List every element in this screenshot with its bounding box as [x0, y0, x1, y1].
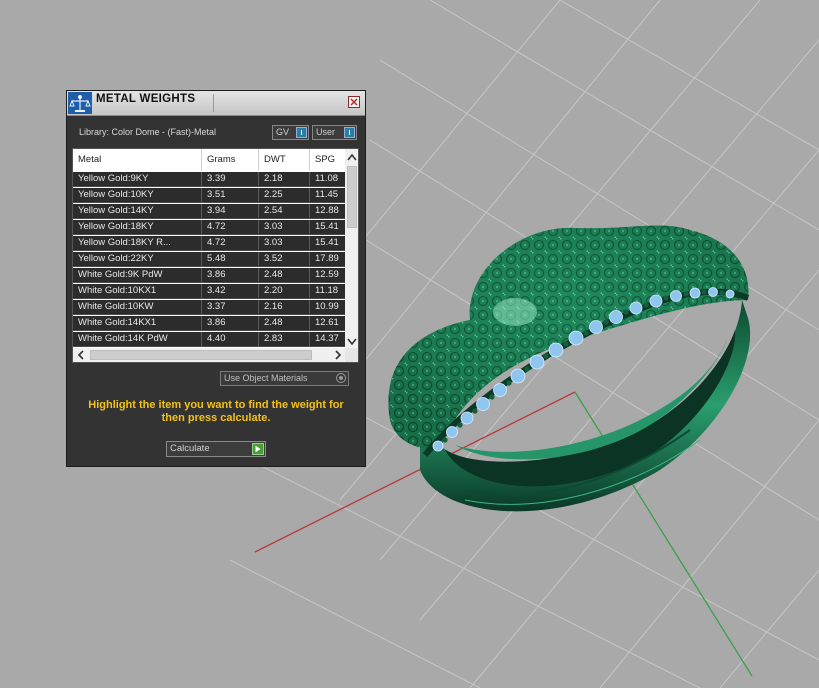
cell-spg: 10.99: [315, 301, 339, 312]
horizontal-scrollbar[interactable]: [73, 348, 345, 362]
cell-grams: 3.94: [202, 204, 259, 219]
cell-spg: 15.41: [315, 237, 339, 248]
library-label: Library: Color Dome - (Fast)-Metal: [79, 127, 217, 137]
metal-weights-panel: METAL WEIGHTS Library: Color Dome - (Fas…: [66, 90, 366, 467]
table-body: Yellow Gold:9KY 3.39 2.18 11.08 Yellow Gold:…: [73, 172, 345, 348]
cell-dwt: 3.03: [259, 236, 310, 251]
column-header-grams[interactable]: Grams: [202, 149, 259, 171]
cell-dwt: 2.48: [259, 268, 310, 283]
cell-dwt: 2.16: [259, 300, 310, 315]
cell-metal: Yellow Gold:22KY: [73, 252, 202, 267]
table-row[interactable]: White Gold:14K PdW 4.40 2.83 14.37: [73, 332, 345, 347]
scroll-right-arrow-icon[interactable]: [331, 348, 344, 362]
scroll-up-arrow-icon[interactable]: [345, 151, 359, 164]
cell-dwt: 2.48: [259, 316, 310, 331]
cell-metal: Yellow Gold:10KY: [73, 188, 202, 203]
cell-dwt: 2.20: [259, 284, 310, 299]
table-row[interactable]: White Gold:14KX1 3.86 2.48 12.61: [73, 316, 345, 331]
play-arrow-icon: [252, 443, 264, 455]
vertical-scrollbar[interactable]: [345, 149, 359, 348]
close-icon: [350, 98, 358, 106]
use-object-materials-label: Use Object Materials: [224, 373, 308, 383]
cell-metal: Yellow Gold:14KY: [73, 204, 202, 219]
cell-spg: 11.45: [315, 189, 339, 200]
cell-spg: 14.37: [315, 333, 339, 344]
table-row[interactable]: Yellow Gold:22KY 5.48 3.52 17.89: [73, 252, 345, 267]
table-row[interactable]: Yellow Gold:18KY 4.72 3.03 15.41: [73, 220, 345, 235]
cell-spg: 15.41: [315, 221, 339, 232]
cell-metal: White Gold:14K PdW: [73, 332, 202, 347]
column-header-spg[interactable]: SPG: [310, 149, 345, 171]
horizontal-scroll-thumb[interactable]: [90, 350, 312, 360]
table-row[interactable]: White Gold:10KW 3.37 2.16 10.99: [73, 300, 345, 315]
cell-spg: 11.18: [315, 285, 339, 296]
cell-metal: White Gold:14KX1: [73, 316, 202, 331]
table-row[interactable]: Yellow Gold:9KY 3.39 2.18 11.08: [73, 172, 345, 187]
cell-spg: 11.08: [315, 173, 339, 184]
cell-spg: 12.61: [315, 317, 339, 328]
cell-metal: Yellow Gold:18KY R...: [73, 236, 202, 251]
user-toggle[interactable]: User: [312, 125, 357, 140]
cell-metal: Yellow Gold:18KY: [73, 220, 202, 235]
cell-grams: 4.72: [202, 220, 259, 235]
table-row[interactable]: White Gold:9K PdW 3.86 2.48 12.59: [73, 268, 345, 283]
cell-grams: 4.72: [202, 236, 259, 251]
title-separator: [213, 94, 214, 112]
cell-metal: White Gold:10KW: [73, 300, 202, 315]
table-header: Metal Grams DWT SPG: [73, 149, 345, 171]
cell-dwt: 2.25: [259, 188, 310, 203]
cell-dwt: 2.83: [259, 332, 310, 347]
cell-grams: 5.48: [202, 252, 259, 267]
table-row[interactable]: White Gold:10KX1 3.42 2.20 11.18: [73, 284, 345, 299]
table-row[interactable]: Yellow Gold:18KY R... 4.72 3.03 15.41: [73, 236, 345, 251]
user-toggle-label: User: [316, 127, 336, 137]
cell-grams: 3.86: [202, 316, 259, 331]
scroll-down-arrow-icon[interactable]: [345, 335, 359, 348]
close-button[interactable]: [348, 96, 360, 108]
metal-weights-table: Metal Grams DWT SPG Yellow Gold:9KY 3.39 2…: [72, 148, 359, 363]
panel-title: METAL WEIGHTS: [96, 93, 196, 105]
cell-grams: 3.37: [202, 300, 259, 315]
toggle-switch-icon: [296, 127, 307, 138]
scroll-left-arrow-icon[interactable]: [75, 348, 88, 362]
cell-dwt: 3.03: [259, 220, 310, 235]
column-header-dwt[interactable]: DWT: [259, 149, 310, 171]
gv-toggle-label: GV: [276, 127, 290, 137]
cell-dwt: 3.52: [259, 252, 310, 267]
cell-dwt: 2.54: [259, 204, 310, 219]
toggle-switch-icon: [344, 127, 355, 138]
panel-titlebar[interactable]: METAL WEIGHTS: [67, 91, 365, 116]
cell-metal: White Gold:10KX1: [73, 284, 202, 299]
use-object-materials-option[interactable]: Use Object Materials: [220, 371, 349, 386]
instruction-text: Highlight the item you want to find the …: [88, 399, 344, 424]
cell-spg: 17.89: [315, 253, 339, 264]
cell-grams: 3.86: [202, 268, 259, 283]
cell-spg: 12.88: [315, 205, 339, 216]
cell-grams: 3.39: [202, 172, 259, 187]
calculate-button-label: Calculate: [170, 443, 210, 454]
table-row[interactable]: Yellow Gold:14KY 3.94 2.54 12.88: [73, 204, 345, 219]
cell-metal: Yellow Gold:9KY: [73, 172, 202, 187]
cell-grams: 4.40: [202, 332, 259, 347]
calculate-button[interactable]: Calculate: [166, 441, 266, 457]
cell-grams: 3.42: [202, 284, 259, 299]
vertical-scroll-thumb[interactable]: [347, 166, 357, 228]
scrollbar-corner: [345, 348, 358, 362]
gv-toggle[interactable]: GV: [272, 125, 309, 140]
cell-spg: 12.59: [315, 269, 339, 280]
scale-icon: [68, 92, 92, 114]
cell-metal: White Gold:9K PdW: [73, 268, 202, 283]
table-row[interactable]: Yellow Gold:10KY 3.51 2.25 11.45: [73, 188, 345, 203]
cell-dwt: 2.18: [259, 172, 310, 187]
cell-grams: 3.51: [202, 188, 259, 203]
radio-button-icon: [336, 373, 346, 383]
column-header-metal[interactable]: Metal: [73, 149, 202, 171]
